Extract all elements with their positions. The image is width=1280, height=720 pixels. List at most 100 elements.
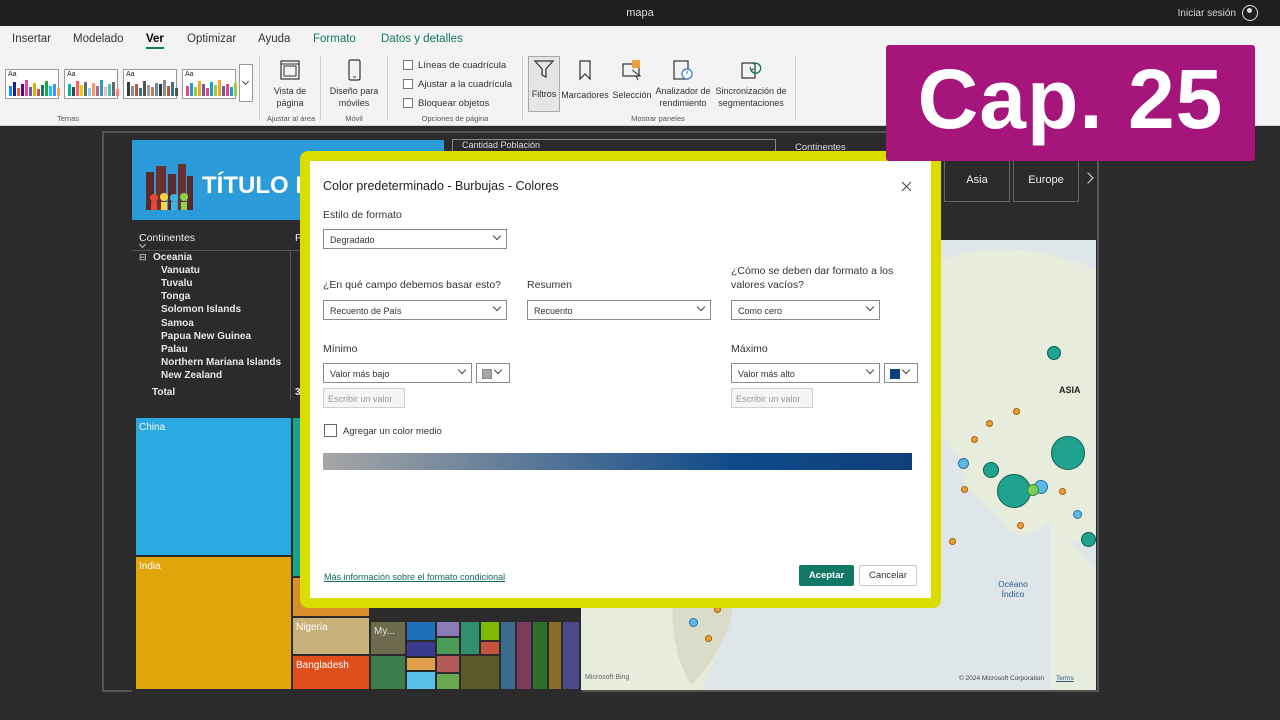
map-bubble[interactable] (1073, 510, 1082, 519)
theme-option-1[interactable]: Aa (5, 69, 60, 99)
treemap-tile-my[interactable]: My... (370, 621, 406, 655)
treemap-tile[interactable] (436, 673, 460, 690)
marcadores-button[interactable]: Marcadores (560, 58, 610, 101)
map-bubble[interactable] (1047, 346, 1061, 360)
map-bubble[interactable] (1017, 522, 1024, 529)
maximo-color-picker[interactable] (884, 363, 918, 383)
selection-icon (622, 60, 642, 81)
people-icon (146, 164, 193, 210)
aceptar-button[interactable]: Aceptar (799, 565, 854, 586)
performance-icon (673, 60, 693, 80)
tab-optimizar[interactable]: Optimizar (187, 33, 236, 45)
treemap-tile[interactable] (406, 657, 436, 671)
group-row-oceania[interactable]: Oceania (153, 252, 192, 263)
theme-option-3[interactable]: Aa (123, 69, 178, 99)
mas-informacion-link[interactable]: Más información sobre el formato condici… (324, 572, 505, 582)
vacios-dropdown[interactable]: Como cero (731, 300, 880, 320)
treemap-tile-china[interactable]: China (135, 417, 292, 556)
theme-option-2[interactable]: Aa (64, 69, 119, 99)
map-bubble[interactable] (949, 538, 956, 545)
collapse-icon[interactable]: ⊟ (139, 252, 147, 263)
map-bubble[interactable] (961, 486, 968, 493)
continent-button-europe[interactable]: Europe (1013, 158, 1079, 202)
filtros-button[interactable]: Filtros (528, 56, 560, 112)
seleccion-button[interactable]: Selección (611, 58, 653, 101)
treemap-tile[interactable] (516, 621, 532, 690)
map-bubble[interactable] (1051, 436, 1085, 470)
tab-insertar[interactable]: Insertar (12, 33, 51, 45)
treemap-tile[interactable] (562, 621, 580, 690)
treemap-tile[interactable] (480, 641, 500, 655)
map-bubble[interactable] (971, 436, 978, 443)
treemap-tile-bangladesh[interactable]: Bangladesh (292, 655, 370, 690)
tab-modelado[interactable]: Modelado (73, 33, 124, 45)
sincronizacion-segmentaciones-button[interactable]: Sincronización de segmentaciones (714, 58, 788, 109)
map-bubble[interactable] (997, 474, 1031, 508)
group-label-movil: Móvil (345, 114, 363, 123)
tab-ayuda[interactable]: Ayuda (258, 33, 290, 45)
tab-datos-detalles[interactable]: Datos y detalles (381, 33, 463, 45)
minimo-color-picker[interactable] (476, 363, 510, 383)
resumen-dropdown[interactable]: Recuento (527, 300, 711, 320)
map-terms-link[interactable]: Terms (1056, 675, 1074, 682)
close-icon[interactable] (901, 181, 912, 192)
tab-ver[interactable]: Ver (146, 33, 164, 49)
vista-pagina-button[interactable]: Vista de página (267, 58, 313, 109)
treemap-tile[interactable] (480, 621, 500, 641)
maximo-dropdown[interactable]: Valor más alto (731, 363, 880, 383)
table-row: Samoa (161, 318, 194, 329)
min-color-swatch (482, 369, 492, 379)
sign-in-link[interactable]: Iniciar sesión (1178, 8, 1236, 19)
ajustar-cuadricula-checkbox[interactable]: Ajustar a la cuadrícula (403, 79, 512, 90)
map-bubble[interactable] (1081, 532, 1096, 547)
theme-option-4[interactable]: Aa (182, 69, 237, 99)
treemap-tile[interactable] (548, 621, 562, 690)
themes-more-button[interactable] (239, 64, 253, 102)
map-bubble[interactable] (1059, 488, 1066, 495)
treemap-tile[interactable] (406, 641, 436, 657)
slicer-title: Cantidad Población (462, 140, 541, 150)
bing-logo: Microsoft Bing (585, 674, 630, 681)
diseno-moviles-button[interactable]: Diseño para móviles (327, 58, 381, 109)
campo-dropdown[interactable]: Recuento de País (323, 300, 507, 320)
treemap-tile[interactable] (406, 671, 436, 690)
cancelar-button[interactable]: Cancelar (859, 565, 917, 586)
treemap-tile[interactable] (532, 621, 548, 690)
treemap-tile[interactable] (370, 655, 406, 690)
continent-button-asia[interactable]: Asia (944, 158, 1010, 202)
minimo-value-input[interactable]: Escribir un valor (323, 388, 405, 408)
treemap-tile[interactable] (460, 655, 500, 690)
lineas-cuadricula-checkbox[interactable]: Líneas de cuadrícula (403, 60, 506, 71)
treemap-tile-nigeria[interactable]: Nigeria (292, 617, 370, 655)
tab-formato[interactable]: Formato (313, 33, 356, 45)
treemap-tile-india[interactable]: India (135, 556, 292, 690)
maximo-value-input[interactable]: Escribir un valor (731, 388, 813, 408)
map-bubble[interactable] (705, 635, 712, 642)
checkbox-icon (403, 98, 413, 109)
campo-value: Recuento de País (330, 306, 402, 316)
minimo-dropdown[interactable]: Valor más bajo (323, 363, 472, 383)
treemap-tile[interactable] (500, 621, 516, 690)
bloquear-objetos-checkbox[interactable]: Bloquear objetos (403, 98, 489, 109)
analizador-rendimiento-button[interactable]: Analizador de rendimiento (652, 58, 714, 109)
user-avatar-icon[interactable] (1242, 5, 1258, 21)
map-bubble[interactable] (986, 420, 993, 427)
map-bubble[interactable] (689, 618, 698, 627)
treemap-tile[interactable] (436, 621, 460, 637)
map-bubble[interactable] (958, 458, 969, 469)
map-bubble[interactable] (1013, 408, 1020, 415)
treemap-tile[interactable] (436, 655, 460, 673)
table-total-label: Total (152, 387, 176, 398)
estilo-dropdown[interactable]: Degradado (323, 229, 507, 249)
table-row: New Zealand (161, 370, 223, 381)
minimo-label: Mínimo (323, 343, 358, 355)
treemap-tile[interactable] (460, 621, 480, 655)
chevron-down-icon (865, 365, 875, 375)
color-medio-checkbox[interactable] (324, 424, 337, 437)
dialog-title: Color predeterminado - Burbujas - Colore… (323, 179, 559, 193)
conditional-format-dialog: Color predeterminado - Burbujas - Colore… (310, 161, 931, 598)
treemap-tile[interactable] (436, 637, 460, 655)
map-bubble[interactable] (983, 462, 999, 478)
map-bubble[interactable] (1027, 484, 1039, 496)
treemap-tile[interactable] (406, 621, 436, 641)
